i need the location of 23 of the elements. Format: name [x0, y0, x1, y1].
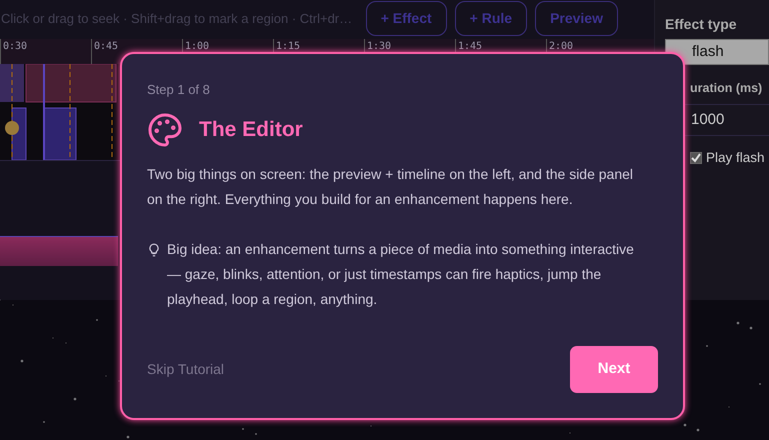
toolbar-button[interactable]: + Rule [454, 1, 528, 36]
skip-tutorial-link[interactable]: Skip Tutorial [147, 359, 224, 380]
time-tick: 0:30 [3, 41, 28, 52]
checkbox-label: Play flash [706, 148, 765, 167]
time-tick: 2:00 [549, 41, 574, 52]
checkbox[interactable] [690, 152, 702, 164]
time-tick: 1:15 [276, 41, 300, 52]
step-counter: Step 1 of 8 [147, 81, 211, 99]
dialog-paragraph: Big idea: an enhancement turns a piece of media into something interactive — gaze, blinks, attention, or just timestamps can fire haptics, jump the playhead, loop a region, anything. [167, 240, 635, 309]
time-tick: 1:00 [185, 41, 210, 52]
toolbar-button[interactable]: + Effect [366, 1, 447, 36]
palette-icon [147, 112, 183, 148]
time-tick: 1:45 [458, 41, 482, 52]
next-button[interactable]: Next [570, 346, 658, 393]
toolbar-button[interactable]: Preview [535, 1, 618, 36]
effect-type-select[interactable]: flash [665, 39, 769, 65]
dialog-title: The Editor [199, 116, 303, 143]
field-label: uration (ms) [690, 80, 764, 97]
field-label: Effect type [665, 15, 738, 34]
lightbulb-icon [147, 240, 161, 258]
time-tick: 0:45 [94, 41, 118, 52]
dialog-paragraph: Two big things on screen: the preview + timeline on the left, and the side panel on the right. Everything you build for an enhancement happens here. [147, 164, 634, 209]
time-tick: 1:30 [367, 41, 392, 52]
